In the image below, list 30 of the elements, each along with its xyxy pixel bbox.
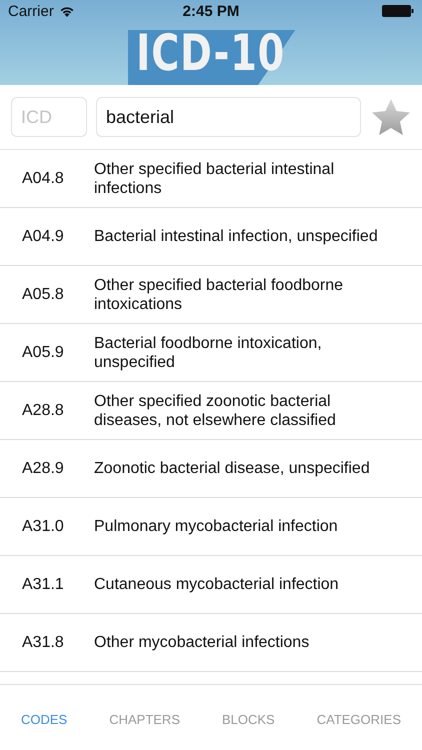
app-logo: ICD-10 — [136, 25, 286, 81]
code-label: A04.8 — [21, 170, 65, 188]
description-label: Pulmonary mycobacterial infection — [94, 517, 339, 536]
tab[interactable]: CATEGORIES — [314, 708, 403, 731]
description-label: Bacterial intestinal infection, unspecified — [94, 227, 379, 246]
code-field[interactable]: ICD — [11, 97, 87, 137]
description-label: Other specified bacterial intestinal infections — [94, 160, 336, 198]
code-label: A28.8 — [21, 402, 65, 420]
description-label: Bacterial foodborne intoxication, unspecified — [94, 334, 323, 372]
description-label: Other specified bacterial foodborne intoxications — [94, 276, 344, 314]
star-icon — [372, 99, 410, 135]
description-label: Other specified zoonotic bacterial diseases, not elsewhere classified — [94, 392, 337, 430]
wifi-icon — [58, 5, 75, 17]
code-label: A05.9 — [21, 344, 65, 362]
search-field[interactable]: bacterial — [96, 97, 361, 137]
carrier-label: Carrier — [8, 2, 54, 20]
code-label: A04.9 — [21, 228, 65, 246]
code-label: A28.9 — [21, 460, 65, 478]
tab[interactable]: CODES — [18, 708, 70, 731]
code-label: A31.8 — [21, 634, 65, 652]
tab[interactable]: CHAPTERS — [107, 708, 182, 731]
code-label: A05.8 — [21, 286, 65, 304]
code-label: A31.1 — [21, 576, 65, 594]
tab[interactable]: BLOCKS — [220, 708, 277, 731]
description-label: Cutaneous mycobacterial infection — [94, 575, 340, 594]
code-label: A31.0 — [21, 518, 65, 536]
description-label: Zoonotic bacterial disease, unspecified — [94, 459, 371, 478]
battery-icon — [382, 5, 414, 17]
description-label: Other mycobacterial infections — [94, 633, 310, 652]
time-label: 2:45 PM — [182, 2, 240, 20]
